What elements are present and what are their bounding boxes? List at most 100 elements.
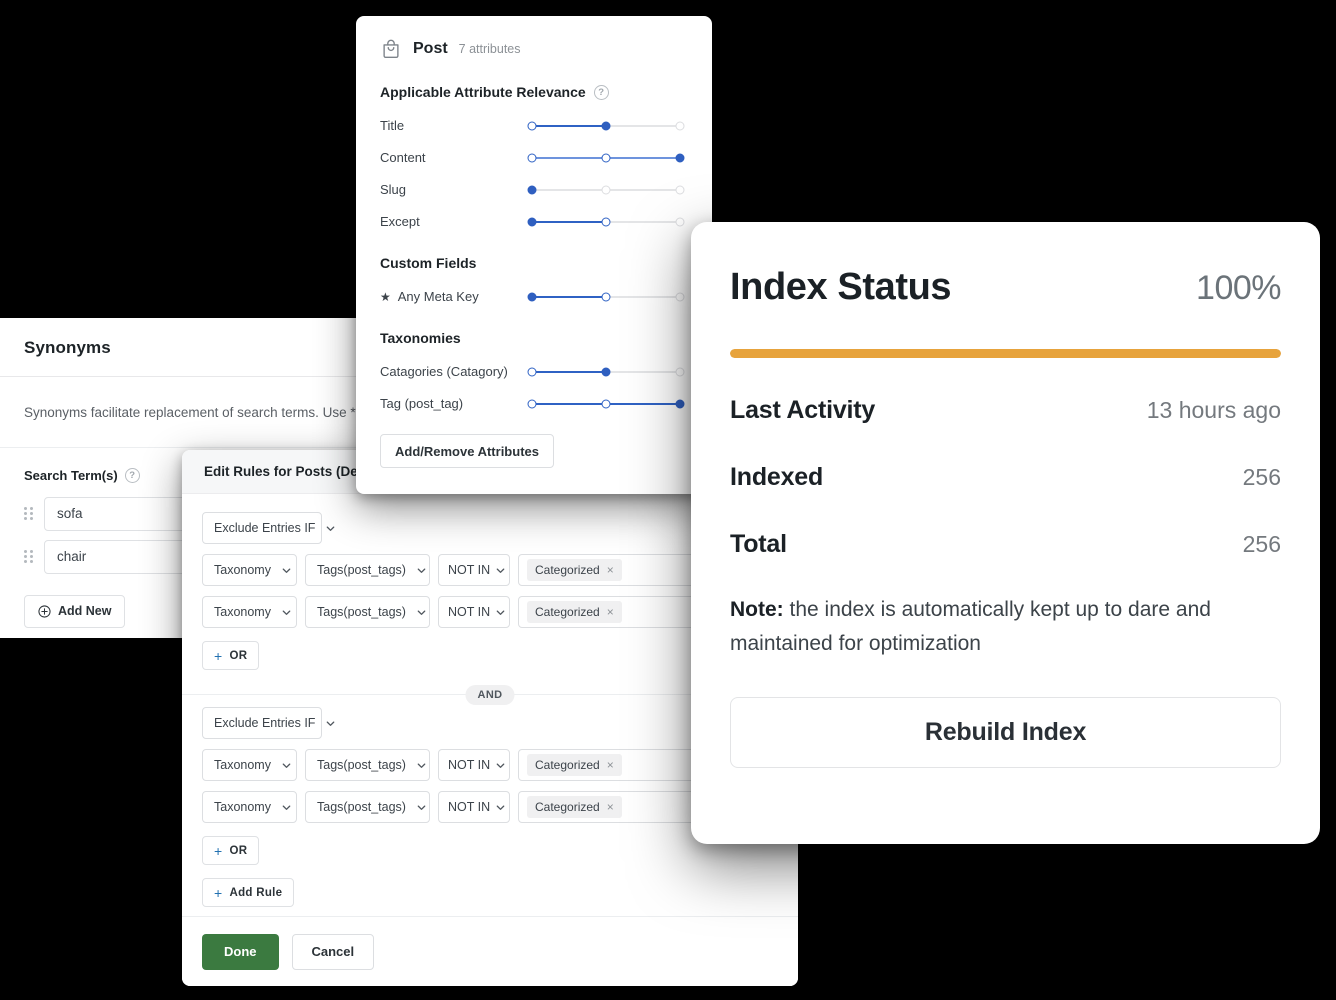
- add-new-button[interactable]: Add New: [24, 595, 125, 628]
- rebuild-index-button[interactable]: Rebuild Index: [730, 697, 1281, 768]
- relevance-slider[interactable]: [530, 120, 682, 132]
- remove-chip-icon[interactable]: ×: [607, 564, 614, 576]
- slider-stop[interactable]: [676, 217, 685, 226]
- plus-icon: +: [214, 886, 222, 900]
- condition-source-select[interactable]: Taxonomy: [202, 596, 297, 628]
- slider-stop[interactable]: [528, 153, 537, 162]
- add-or-button[interactable]: + OR: [202, 836, 259, 865]
- attribute-row: Title: [380, 118, 688, 133]
- slider-stop[interactable]: [528, 217, 537, 226]
- post-title: Post: [413, 40, 448, 58]
- condition-operator-select[interactable]: NOT IN: [438, 749, 510, 781]
- chevron-down-icon: [281, 802, 292, 813]
- condition-operator-select[interactable]: NOT IN: [438, 554, 510, 586]
- chevron-down-icon: [416, 607, 427, 618]
- condition-operator-select[interactable]: NOT IN: [438, 791, 510, 823]
- slider-stop[interactable]: [528, 185, 537, 194]
- condition-source-select[interactable]: Taxonomy: [202, 791, 297, 823]
- value-chip[interactable]: Categorized ×: [527, 754, 622, 776]
- add-rule-label: Add Rule: [229, 887, 282, 899]
- remove-chip-icon[interactable]: ×: [607, 759, 614, 771]
- drag-handle-icon[interactable]: [24, 550, 34, 564]
- slider-stop[interactable]: [676, 292, 685, 301]
- condition-source-select[interactable]: Taxonomy: [202, 554, 297, 586]
- attribute-row: Catagories (Catagory): [380, 364, 688, 379]
- remove-chip-icon[interactable]: ×: [607, 801, 614, 813]
- stat-value: 256: [1243, 464, 1281, 491]
- cancel-button[interactable]: Cancel: [292, 934, 375, 970]
- add-remove-attributes-button[interactable]: Add/Remove Attributes: [380, 434, 554, 468]
- post-title-row: Post 7 attributes: [380, 38, 688, 60]
- slider-stop[interactable]: [602, 185, 611, 194]
- relevance-slider[interactable]: [530, 184, 682, 196]
- value-chip-label: Categorized: [535, 563, 600, 577]
- condition-field-select[interactable]: Tags(post_tags): [305, 749, 430, 781]
- value-chip[interactable]: Categorized ×: [527, 796, 622, 818]
- condition-operator-value: NOT IN: [448, 758, 490, 772]
- drag-handle-icon[interactable]: [24, 507, 34, 521]
- chevron-down-icon: [495, 607, 506, 618]
- condition-source-value: Taxonomy: [214, 758, 271, 772]
- screenshot-stage: Synonyms Synonyms facilitate replacement…: [0, 0, 1336, 1000]
- attribute-row: Tag (post_tag): [380, 396, 688, 411]
- synonyms-title: Synonyms: [24, 338, 406, 358]
- condition-field-select[interactable]: Tags(post_tags): [305, 596, 430, 628]
- relevance-slider[interactable]: [530, 366, 682, 378]
- add-new-label: Add New: [58, 604, 111, 618]
- value-chip[interactable]: Categorized ×: [527, 559, 622, 581]
- condition-field-value: Tags(post_tags): [317, 605, 406, 619]
- index-progress-fill: [730, 349, 1281, 358]
- condition-field-value: Tags(post_tags): [317, 758, 406, 772]
- add-rule-button[interactable]: + Add Rule: [202, 878, 294, 907]
- slider-stop[interactable]: [528, 121, 537, 130]
- slider-stop[interactable]: [602, 292, 611, 301]
- rule-mode-select[interactable]: Exclude Entries IF: [202, 707, 322, 739]
- slider-stop[interactable]: [602, 217, 611, 226]
- condition-field-select[interactable]: Tags(post_tags): [305, 554, 430, 586]
- question-mark-icon[interactable]: ?: [125, 468, 140, 483]
- add-or-label: OR: [229, 845, 247, 857]
- relevance-slider[interactable]: [530, 216, 682, 228]
- done-button[interactable]: Done: [202, 934, 279, 970]
- relevance-slider[interactable]: [530, 398, 682, 410]
- rule-mode-value: Exclude Entries IF: [214, 521, 315, 535]
- slider-stop[interactable]: [528, 399, 537, 408]
- relevance-slider[interactable]: [530, 152, 682, 164]
- post-attributes-panel: Post 7 attributes Applicable Attribute R…: [356, 16, 712, 494]
- index-percent: 100%: [1196, 269, 1281, 308]
- add-or-button[interactable]: + OR: [202, 641, 259, 670]
- add-or-label: OR: [229, 650, 247, 662]
- slider-stop[interactable]: [676, 367, 685, 376]
- and-separator-label: AND: [465, 685, 514, 705]
- slider-stop[interactable]: [676, 399, 685, 408]
- condition-field-select[interactable]: Tags(post_tags): [305, 791, 430, 823]
- slider-stop[interactable]: [528, 292, 537, 301]
- condition-operator-select[interactable]: NOT IN: [438, 596, 510, 628]
- condition-source-select[interactable]: Taxonomy: [202, 749, 297, 781]
- slider-stop[interactable]: [676, 185, 685, 194]
- rule-mode-select[interactable]: Exclude Entries IF: [202, 512, 322, 544]
- question-mark-icon[interactable]: ?: [594, 85, 609, 100]
- value-chip[interactable]: Categorized ×: [527, 601, 622, 623]
- chevron-down-icon: [325, 523, 336, 534]
- condition-source-value: Taxonomy: [214, 800, 271, 814]
- remove-chip-icon[interactable]: ×: [607, 606, 614, 618]
- slider-stop[interactable]: [676, 121, 685, 130]
- attribute-label: ★ Any Meta Key: [380, 289, 530, 304]
- slider-stop[interactable]: [602, 399, 611, 408]
- slider-stop[interactable]: [602, 121, 611, 130]
- slider-stop[interactable]: [602, 153, 611, 162]
- value-chip-label: Categorized: [535, 758, 600, 772]
- chevron-down-icon: [416, 760, 427, 771]
- chevron-down-icon: [325, 718, 336, 729]
- slider-stop[interactable]: [602, 367, 611, 376]
- condition-field-value: Tags(post_tags): [317, 800, 406, 814]
- relevance-slider[interactable]: [530, 291, 682, 303]
- slider-stop[interactable]: [676, 153, 685, 162]
- slider-fill: [532, 296, 608, 298]
- slider-stop[interactable]: [528, 367, 537, 376]
- chevron-down-icon: [281, 565, 292, 576]
- attribute-label: Tag (post_tag): [380, 396, 530, 411]
- index-note-prefix: Note:: [730, 598, 784, 621]
- plus-icon: +: [214, 844, 222, 858]
